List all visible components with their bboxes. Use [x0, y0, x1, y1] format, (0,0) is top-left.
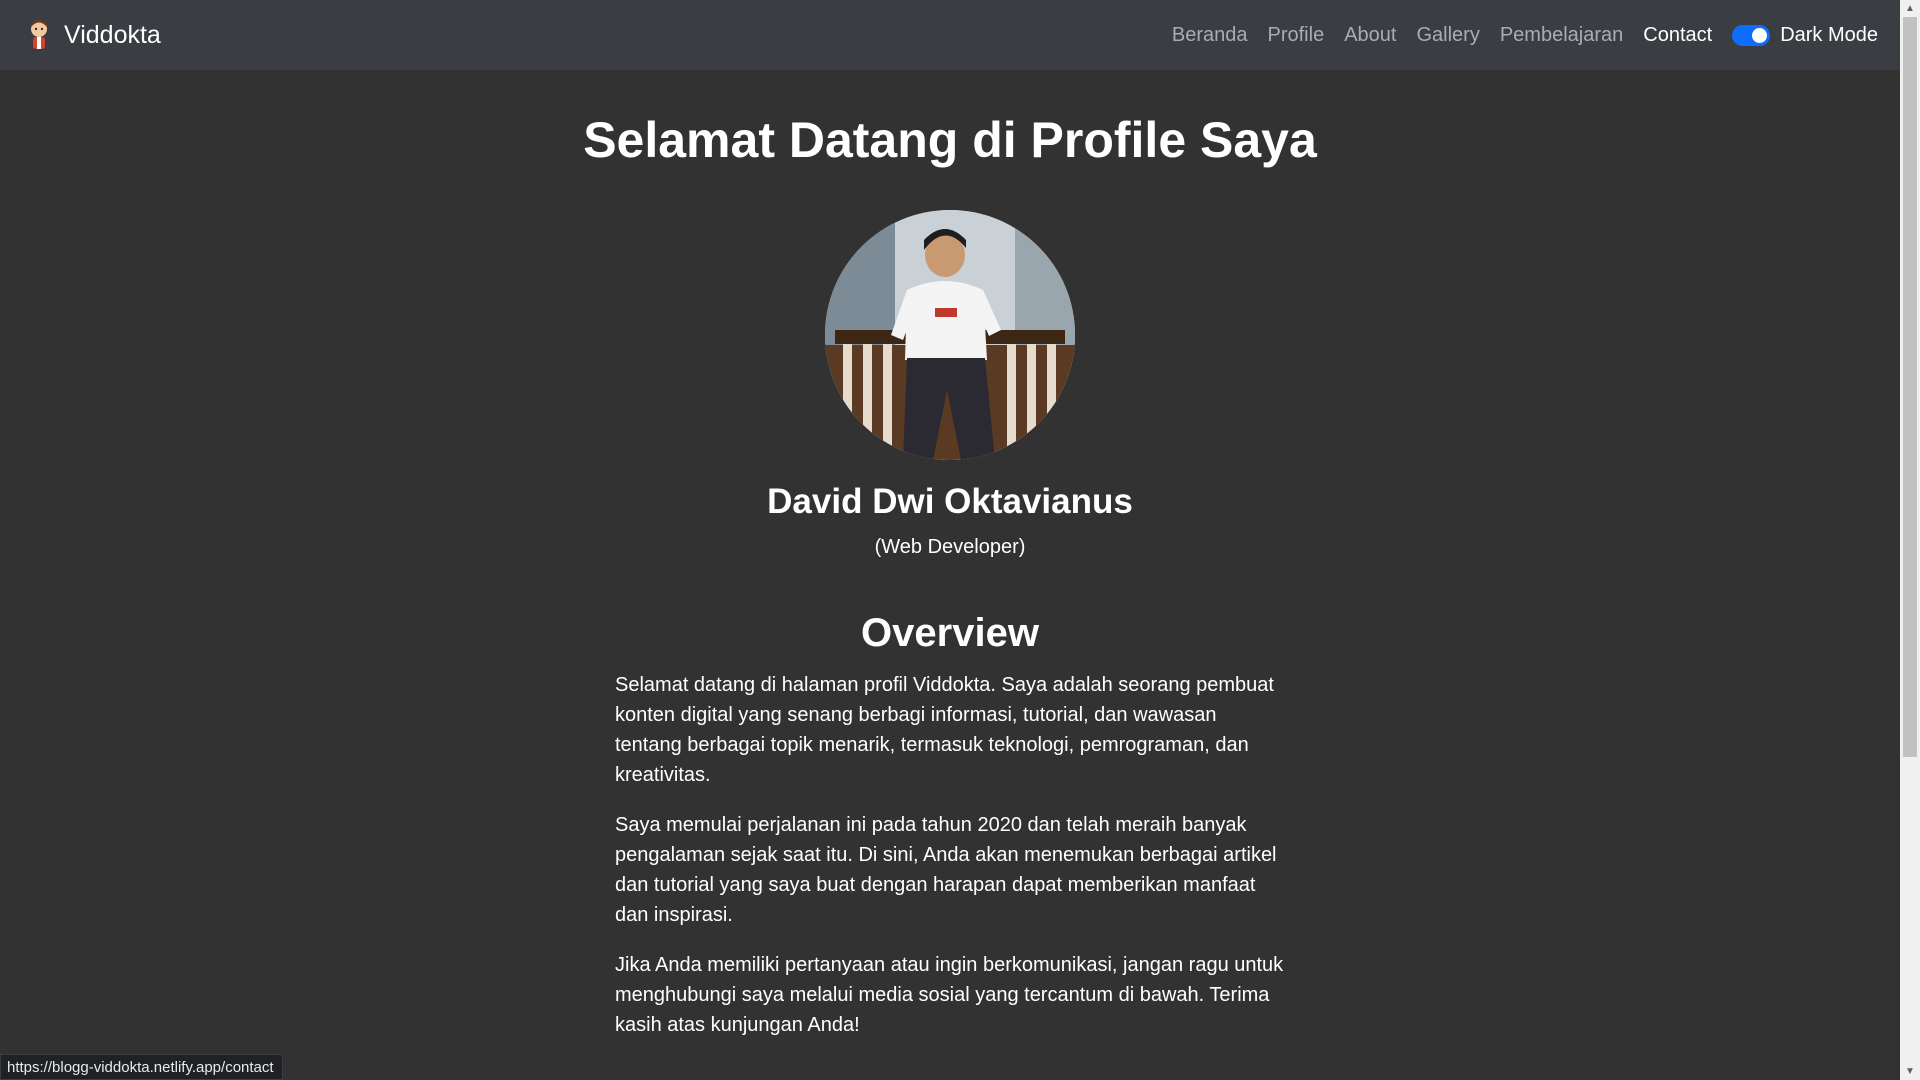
brand-name: Viddokta [64, 20, 161, 49]
person-role: (Web Developer) [874, 536, 1026, 558]
brand[interactable]: Viddokta [24, 18, 161, 52]
status-bar-url: https://blogg-viddokta.netlify.app/conta… [0, 1054, 283, 1080]
overview-title: Overview [861, 611, 1039, 655]
main-content: Selamat Datang di Profile Saya David Dwi… [0, 70, 1900, 1060]
scroll-down-icon[interactable]: ▼ [1900, 1063, 1920, 1080]
brand-logo-icon [31, 19, 47, 49]
dark-mode-toggle[interactable] [1732, 24, 1771, 46]
nav-link-pembelajaran[interactable]: Pembelajaran [1500, 24, 1623, 47]
nav-link-gallery[interactable]: Gallery [1416, 24, 1479, 47]
nav-link-beranda[interactable]: Beranda [1172, 24, 1248, 47]
profile-photo-image [825, 210, 1075, 460]
overview-text: Selamat datang di halaman profil Viddokt… [615, 670, 1285, 1040]
page-title: Selamat Datang di Profile Saya [583, 112, 1317, 168]
scrollbar-thumb[interactable] [1903, 17, 1917, 757]
overview-paragraph: Jika Anda memiliki pertanyaan atau ingin… [615, 954, 1284, 1036]
scroll-up-icon[interactable]: ▲ [1900, 0, 1920, 17]
profile-photo [825, 210, 1075, 460]
nav-link-profile[interactable]: Profile [1268, 24, 1325, 47]
nav-links: Beranda Profile About Gallery Pembelajar… [1152, 24, 1878, 47]
nav-link-about[interactable]: About [1344, 24, 1396, 47]
dark-mode-switch: Dark Mode [1732, 24, 1878, 47]
navbar: Viddokta Beranda Profile About Gallery P… [0, 0, 1900, 70]
toggle-knob [1752, 27, 1768, 43]
vertical-scrollbar[interactable]: ▲ ▼ [1900, 0, 1920, 1080]
person-name: David Dwi Oktavianus [767, 482, 1133, 521]
nav-link-contact[interactable]: Contact [1643, 24, 1712, 47]
overview-paragraph: Saya memulai perjalanan ini pada tahun 2… [615, 814, 1277, 926]
overview-paragraph: Selamat datang di halaman profil Viddokt… [615, 674, 1274, 786]
dark-mode-label: Dark Mode [1780, 23, 1878, 46]
